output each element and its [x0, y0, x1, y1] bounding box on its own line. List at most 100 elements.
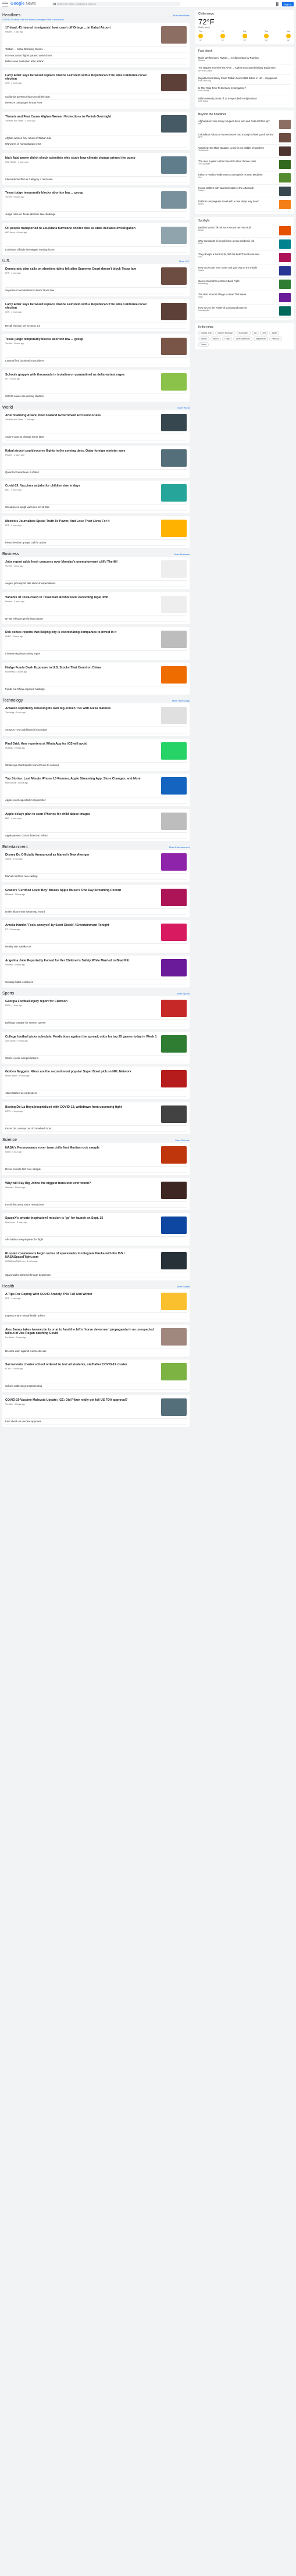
story-thumbnail[interactable]: [161, 777, 187, 795]
story-headline[interactable]: Alex James takes ivermectin in or at to …: [5, 1328, 159, 1336]
story-headline[interactable]: Georgia Football injury report for Clems…: [5, 1000, 159, 1003]
story-thumbnail[interactable]: [161, 26, 187, 44]
story-headline[interactable]: Disney Do Officially Announced as Marvel…: [5, 853, 159, 857]
more-link[interactable]: More Sports: [177, 992, 190, 995]
topic-chip[interactable]: Manhattan: [236, 331, 251, 336]
topic-chip[interactable]: Tennis: [198, 342, 209, 348]
story-thumbnail[interactable]: [161, 595, 187, 613]
related-story[interactable]: School outbreak prompts testing: [5, 1383, 187, 1390]
story-thumbnail[interactable]: [161, 1000, 187, 1017]
story-thumbnail[interactable]: [161, 958, 187, 976]
story-thumbnail[interactable]: [161, 156, 187, 174]
section-title[interactable]: Science: [2, 1138, 17, 1142]
related-story[interactable]: Fact check on vaccine approval: [5, 1419, 187, 1425]
more-link[interactable]: More Business: [174, 553, 190, 556]
story-headline[interactable]: Covid-19: Vaccines as jabs for children …: [5, 484, 159, 488]
story-thumbnail[interactable]: [161, 338, 187, 355]
story-headline[interactable]: Boxing Do La Hoya hospitalized with COVI…: [5, 1105, 159, 1109]
side-story-thumbnail[interactable]: [279, 239, 291, 249]
story-headline[interactable]: Democratic plan calls on abortion rights…: [5, 267, 159, 271]
story-headline[interactable]: Threats and Fear Cause Afghan Women Prot…: [5, 115, 159, 119]
story-thumbnail[interactable]: [161, 924, 187, 941]
story-thumbnail[interactable]: [161, 1146, 187, 1164]
related-story[interactable]: COVID cases rise among children: [5, 393, 187, 399]
story-thumbnail[interactable]: [161, 1363, 187, 1380]
story-headline[interactable]: NASA's Perseverance rover team drills fi…: [5, 1146, 159, 1150]
story-thumbnail[interactable]: [161, 267, 187, 285]
side-story[interactable]: Why thousands of people have a new pande…: [198, 238, 291, 252]
topic-chip[interactable]: Marvel: [210, 337, 221, 342]
topic-chip[interactable]: Trump: [222, 337, 233, 342]
more-link[interactable]: More Headlines: [173, 14, 190, 17]
side-story-thumbnail[interactable]: [279, 133, 291, 143]
story-thumbnail[interactable]: [161, 742, 187, 760]
related-story[interactable]: Apple event expected in September: [5, 797, 187, 804]
section-title[interactable]: Sports: [2, 992, 14, 996]
story-headline[interactable]: Top Stories: Last Minute iPhone 13 Rumor…: [5, 777, 159, 781]
story-headline[interactable]: Golden Nuggets: 49ers are the second-mos…: [5, 1070, 159, 1074]
side-story[interactable]: Marie Winkelmann: Russia ... in Afghanis…: [198, 55, 291, 65]
story-thumbnail[interactable]: [161, 449, 187, 467]
story-thumbnail[interactable]: [161, 853, 187, 871]
side-story[interactable]: They Bought a Bar For $4,000 but Built T…: [198, 251, 291, 265]
related-story[interactable]: NTSB releases preliminary report: [5, 616, 187, 622]
side-story-thumbnail[interactable]: [279, 160, 291, 170]
related-story[interactable]: 49ers tabbed as contenders: [5, 1090, 187, 1097]
story-thumbnail[interactable]: [161, 666, 187, 684]
story-thumbnail[interactable]: [161, 226, 187, 244]
story-headline[interactable]: Larry Elder says he would replace Dianne…: [5, 303, 159, 310]
related-story[interactable]: All-civilian crew prepares for flight: [5, 1237, 187, 1243]
side-story[interactable]: Kelton's Family Finally Sees A Strength …: [198, 171, 291, 185]
topic-chip[interactable]: Peacock: [269, 337, 282, 342]
related-story[interactable]: Apple pauses CSAM detection rollout: [5, 833, 187, 839]
related-story[interactable]: Newsom campaigns in Bay Area: [5, 100, 187, 106]
story-thumbnail[interactable]: [161, 484, 187, 502]
story-headline[interactable]: Find Grid: How reporters at WhatsApp for…: [5, 742, 159, 746]
more-link[interactable]: More Entertainment: [169, 846, 190, 849]
story-headline[interactable]: Kabul airport could receive flights in t…: [5, 449, 159, 453]
story-headline[interactable]: Apple delays plan to scan iPhones for ch…: [5, 813, 159, 816]
more-link[interactable]: More Science: [176, 1139, 190, 1142]
story-thumbnail[interactable]: [161, 1070, 187, 1087]
related-story[interactable]: Taliban ... Kabul Bombing Claims ...: [5, 46, 187, 53]
story-headline[interactable]: A Tips For Coping With COVID Anxiety Thi…: [5, 1293, 159, 1296]
related-story[interactable]: Drake album sets streaming record: [5, 909, 187, 915]
related-story[interactable]: Judge rules on Texas abortion law challe…: [5, 212, 187, 218]
related-story[interactable]: Week 1 picks and predictions: [5, 1056, 187, 1061]
related-story[interactable]: Bulldogs prepare for season opener: [5, 1020, 187, 1026]
topic-chip[interactable]: Jets: [260, 331, 269, 336]
story-headline[interactable]: College football picks schedule: Predict…: [5, 1035, 159, 1039]
story-headline[interactable]: SpaceX's private Inspiration4 mission is…: [5, 1217, 159, 1220]
related-story[interactable]: August jobs report falls short of expect…: [5, 581, 187, 587]
story-thumbnail[interactable]: [161, 560, 187, 578]
related-story[interactable]: Spacewalks planned through September: [5, 1272, 187, 1278]
related-story[interactable]: Experts share mental health advice: [5, 1313, 187, 1319]
side-story[interactable]: Republicans Falsely Claim Taliban Seized…: [198, 75, 291, 85]
story-thumbnail[interactable]: [161, 191, 187, 209]
story-headline[interactable]: Schools grapple with thousands in isolat…: [5, 373, 159, 377]
story-thumbnail[interactable]: [161, 1251, 187, 1269]
side-story[interactable]: Afghanistan: How many refugees have won …: [198, 118, 291, 132]
side-story[interactable]: Colombia's Tobacco Farmers Have Had Enou…: [198, 131, 291, 145]
side-story[interactable]: Is This Real Time To Be Back In Singapor…: [198, 85, 291, 95]
topic-chip[interactable]: Virginia Tech: [198, 331, 215, 336]
side-story[interactable]: How to Use the Power of Compound Interes…: [198, 305, 291, 319]
story-headline[interactable]: Texas judge temporarily blocks abortion …: [5, 338, 159, 341]
related-story[interactable]: Louisiana officials investigate nursing …: [5, 247, 187, 253]
related-story[interactable]: Supreme Court declines to block Texas la…: [5, 288, 187, 294]
related-story[interactable]: Custody battle continues: [5, 979, 187, 985]
story-headline[interactable]: Why will Buy Big Johns the biggest trans…: [5, 1182, 159, 1185]
story-thumbnail[interactable]: [161, 373, 187, 391]
side-story[interactable]: The race to plant carbon forests to stem…: [198, 158, 291, 172]
factcheck-title[interactable]: Fact check: [198, 49, 291, 53]
side-story-thumbnail[interactable]: [279, 280, 291, 289]
side-story[interactable]: Vanished: the Most Valuable Lemur in the…: [198, 145, 291, 159]
related-story[interactable]: Fossil discovery stuns researchers: [5, 1202, 187, 1208]
story-headline[interactable]: Ida's fatal power didn't shock scientist…: [5, 156, 159, 160]
side-story-title[interactable]: Afghanistan: How many refugees have won …: [198, 120, 277, 123]
side-story-thumbnail[interactable]: [279, 173, 291, 183]
story-headline[interactable]: Sacramento charter school ordered to tes…: [5, 1363, 159, 1366]
story-thumbnail[interactable]: [161, 1181, 187, 1199]
apps-icon[interactable]: [276, 2, 280, 6]
side-story[interactable]: House staffers with hard tech Ida feel t…: [198, 185, 291, 199]
